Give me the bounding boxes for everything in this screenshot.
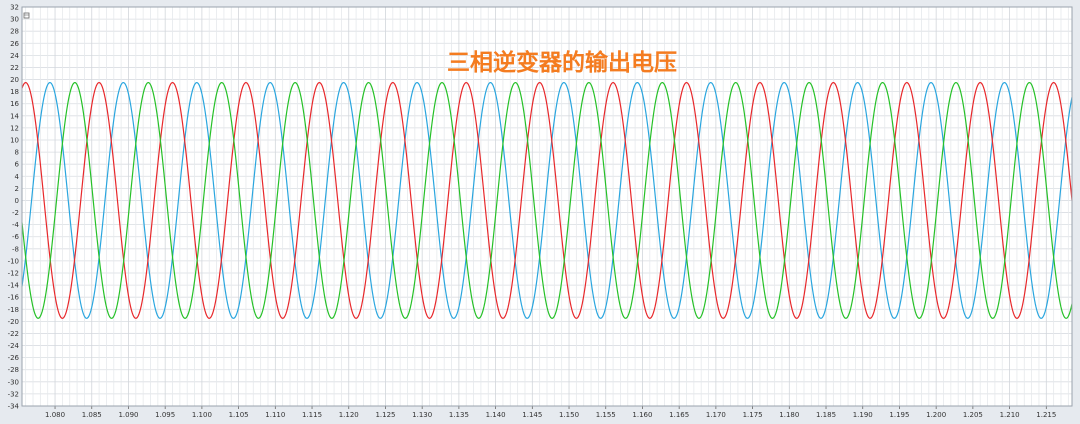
y-tick-label: 28 xyxy=(10,28,19,36)
x-tick-label: 1.150 xyxy=(559,411,579,419)
y-tick-label: 2 xyxy=(15,185,19,193)
x-tick-label: 1.165 xyxy=(669,411,689,419)
x-tick-label: 1.080 xyxy=(45,411,65,419)
y-tick-label: 6 xyxy=(15,161,20,169)
y-tick-label: 18 xyxy=(10,88,19,96)
x-axis: 1.080 1.085 1.090 1.095 1.100 1.105 1.110 1.115… xyxy=(45,406,1056,419)
chart-title: 三相逆变器的输出电压 xyxy=(447,49,677,76)
y-tick-label: -16 xyxy=(8,294,20,302)
x-tick-label: 1.130 xyxy=(412,411,432,419)
x-tick-label: 1.195 xyxy=(889,411,909,419)
y-tick-label: 16 xyxy=(10,100,19,108)
x-tick-label: 1.085 xyxy=(82,411,102,419)
y-tick-label: 26 xyxy=(10,40,19,48)
x-tick-label: 1.205 xyxy=(963,411,983,419)
y-tick-label: -10 xyxy=(8,257,19,265)
y-tick-label: -34 xyxy=(8,403,20,411)
y-tick-label: -2 xyxy=(12,209,19,217)
x-tick-label: 1.175 xyxy=(743,411,763,419)
y-tick-label: 0 xyxy=(15,197,19,205)
y-tick-label: -20 xyxy=(8,318,19,326)
x-tick-label: 1.110 xyxy=(265,411,285,419)
y-tick-label: 14 xyxy=(10,112,19,120)
chart-plot: -34-32-30-28-26-24-22-20-18-16-14-12-10-… xyxy=(8,4,1073,419)
y-tick-label: -18 xyxy=(8,306,19,314)
y-tick-label: -26 xyxy=(8,354,20,362)
y-tick-label: 10 xyxy=(10,137,19,145)
x-tick-label: 1.190 xyxy=(853,411,873,419)
x-tick-label: 1.115 xyxy=(302,411,322,419)
x-tick-label: 1.135 xyxy=(449,411,469,419)
y-tick-label: 22 xyxy=(10,64,19,72)
x-tick-label: 1.120 xyxy=(339,411,359,419)
x-tick-label: 1.180 xyxy=(779,411,799,419)
x-tick-label: 1.155 xyxy=(596,411,616,419)
y-tick-label: -24 xyxy=(8,342,20,350)
x-tick-label: 1.145 xyxy=(522,411,542,419)
scope-window: -34 -32 -30 -28 -26 -24 -22 -20 -18 -16 -14 -12 -10-… xyxy=(0,0,1080,424)
x-tick-label: 1.210 xyxy=(1000,411,1020,419)
y-tick-label: -6 xyxy=(12,233,20,241)
y-tick-label: 4 xyxy=(15,173,20,181)
y-tick-label: -28 xyxy=(8,366,19,374)
x-tick-label: 1.095 xyxy=(155,411,175,419)
x-tick-label: 1.125 xyxy=(375,411,395,419)
x-tick-label: 1.160 xyxy=(632,411,652,419)
y-tick-label: -30 xyxy=(8,378,19,386)
y-tick-label: -22 xyxy=(8,330,19,338)
x-tick-label: 1.200 xyxy=(926,411,946,419)
x-tick-label: 1.215 xyxy=(1036,411,1056,419)
x-tick-label: 1.185 xyxy=(816,411,836,419)
y-tick-label: -4 xyxy=(12,221,20,229)
x-tick-label: 1.090 xyxy=(118,411,138,419)
x-tick-label: 1.170 xyxy=(706,411,726,419)
y-tick-label: 32 xyxy=(10,4,19,12)
y-axis: -34-32-30-28-26-24-22-20-18-16-14-12-10-… xyxy=(8,4,20,411)
y-tick-label: -32 xyxy=(8,390,19,398)
y-tick-label: -12 xyxy=(8,270,19,278)
x-tick-label: 1.140 xyxy=(486,411,506,419)
y-tick-label: 24 xyxy=(10,52,19,60)
y-tick-label: -14 xyxy=(8,282,20,290)
x-tick-label: 1.105 xyxy=(229,411,249,419)
x-tick-label: 1.100 xyxy=(192,411,212,419)
y-tick-label: 12 xyxy=(10,124,19,132)
y-tick-label: 8 xyxy=(15,149,19,157)
y-tick-label: 20 xyxy=(10,76,19,84)
y-tick-label: -8 xyxy=(12,245,19,253)
y-tick-label: 30 xyxy=(10,16,19,24)
